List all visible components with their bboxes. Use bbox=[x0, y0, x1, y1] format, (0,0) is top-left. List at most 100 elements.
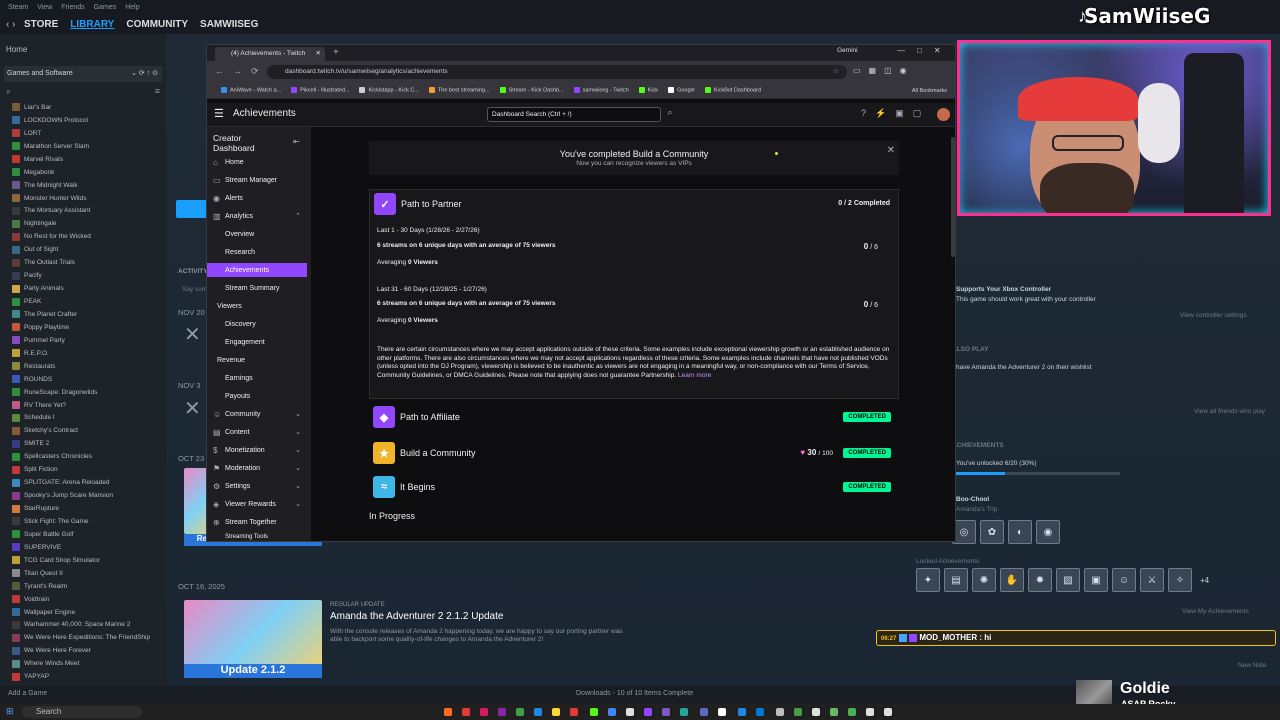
game-list-item[interactable]: Schedule I bbox=[0, 412, 166, 425]
nav-user[interactable]: SAMWIISEG bbox=[200, 19, 258, 30]
learn-more-link[interactable]: Learn more bbox=[678, 372, 711, 379]
sidebar-item-stream-together[interactable]: ⊕ Stream Together bbox=[207, 515, 307, 529]
nav-library[interactable]: LIBRARY bbox=[70, 19, 114, 30]
game-list-item[interactable]: SMITE 2 bbox=[0, 437, 166, 450]
taskbar-app-icon[interactable] bbox=[680, 708, 688, 716]
achievement-icon[interactable]: ◉ bbox=[1036, 520, 1060, 544]
locked-achievement-icon[interactable]: ✦ bbox=[916, 568, 940, 592]
sidebar-item-monetization[interactable]: $ Monetization ⌄ bbox=[207, 443, 307, 457]
sidebar-item-streaming-tools[interactable]: Streaming Tools bbox=[207, 533, 307, 541]
game-list-item[interactable]: ROUNDS bbox=[0, 373, 166, 386]
close-icon[interactable]: ✕ bbox=[316, 47, 321, 61]
menu-games[interactable]: Games bbox=[94, 4, 117, 11]
game-list-item[interactable]: Nightingale bbox=[0, 217, 166, 230]
taskbar-search[interactable]: Search bbox=[22, 706, 142, 718]
menu-help[interactable]: Help bbox=[125, 4, 139, 11]
taskbar-app-icon[interactable] bbox=[700, 708, 708, 716]
game-list-item[interactable]: SPLITGATE: Arena Reloaded bbox=[0, 476, 166, 489]
taskbar-app-icon[interactable] bbox=[552, 708, 560, 716]
achievement-icon[interactable]: ◐ bbox=[1008, 520, 1032, 544]
game-list-item[interactable]: We Were Here Forever bbox=[0, 644, 166, 657]
bookmark-item[interactable]: Kicklstapp - Kick C... bbox=[359, 87, 418, 94]
downloads-status[interactable]: Downloads - 10 of 10 Items Complete bbox=[576, 690, 693, 697]
close-icon[interactable]: ✕ bbox=[887, 145, 895, 156]
game-list-item[interactable]: Out of Sight bbox=[0, 243, 166, 256]
locked-achievement-icon[interactable]: ⚔ bbox=[1140, 568, 1164, 592]
game-list-item[interactable]: Marvel Rivals bbox=[0, 153, 166, 166]
taskbar-app-icon[interactable] bbox=[498, 708, 506, 716]
game-list-item[interactable]: Super Battle Golf bbox=[0, 528, 166, 541]
news-thumbnail[interactable]: Update 2.1.2 bbox=[184, 600, 322, 678]
taskbar-app-icon[interactable] bbox=[516, 708, 524, 716]
search-icon[interactable]: ⌕ bbox=[663, 107, 677, 122]
sidebar-item-stream-summary[interactable]: Stream Summary bbox=[207, 281, 307, 295]
locked-achievement-icon[interactable]: ▣ bbox=[1084, 568, 1108, 592]
taskbar-app-icon[interactable] bbox=[662, 708, 670, 716]
game-list-item[interactable]: No Rest for the Wicked bbox=[0, 230, 166, 243]
locked-achievement-icon[interactable]: ✋ bbox=[1000, 568, 1024, 592]
sidebar-item-viewer-rewards[interactable]: ◈ Viewer Rewards ⌄ bbox=[207, 497, 307, 511]
locked-more-count[interactable]: +4 bbox=[1200, 576, 1209, 585]
sidebar-item-content[interactable]: ▤ Content ⌄ bbox=[207, 425, 307, 439]
sidebar-item-stream-manager[interactable]: ▭ Stream Manager bbox=[207, 173, 307, 187]
game-list-item[interactable]: Where Winds Meet bbox=[0, 657, 166, 670]
game-list-item[interactable]: Restaurats bbox=[0, 360, 166, 373]
nav-community[interactable]: COMMUNITY bbox=[126, 19, 188, 30]
taskbar-app-icon[interactable] bbox=[776, 708, 784, 716]
game-list-item[interactable]: Wallpaper Engine bbox=[0, 606, 166, 619]
game-list-item[interactable]: Pummel Party bbox=[0, 334, 166, 347]
hamburger-menu-icon[interactable]: ☰ bbox=[214, 107, 224, 120]
bookmark-item[interactable]: The best streaming... bbox=[429, 87, 490, 94]
taskbar-app-icon[interactable] bbox=[480, 708, 488, 716]
browser-tab[interactable]: (4) Achievements - Twitch ✕ bbox=[215, 47, 325, 61]
achievement-icon[interactable]: ✿ bbox=[980, 520, 1004, 544]
game-list-item[interactable]: StarRupture bbox=[0, 502, 166, 515]
taskbar-app-icon[interactable] bbox=[534, 708, 542, 716]
taskbar-app-icon[interactable] bbox=[866, 708, 874, 716]
locked-achievement-icon[interactable]: ✺ bbox=[972, 568, 996, 592]
game-list-item[interactable]: The Midnight Walk bbox=[0, 179, 166, 192]
sidebar-item-analytics[interactable]: ▥ Analytics ⌃ bbox=[207, 209, 307, 223]
game-list-item[interactable]: Split Fiction bbox=[0, 463, 166, 476]
sidebar-item-achievements[interactable]: Achievements bbox=[207, 263, 307, 277]
taskbar-app-icon[interactable] bbox=[812, 708, 820, 716]
bookmark-item[interactable]: Google bbox=[668, 87, 695, 94]
locked-achievement-icon[interactable]: ☺ bbox=[1112, 568, 1136, 592]
nav-store[interactable]: STORE bbox=[24, 19, 58, 30]
bookmark-item[interactable]: samwiiseg - Twitch bbox=[574, 87, 629, 94]
topbar-icons[interactable]: ?⚡▣▢ bbox=[861, 108, 930, 119]
taskbar-app-icon[interactable] bbox=[830, 708, 838, 716]
game-list-item[interactable]: Spellcasters Chronicles bbox=[0, 450, 166, 463]
goal-header[interactable]: ✓ Path to Partner 0 / 2 Completed bbox=[370, 190, 898, 218]
game-list-item[interactable]: Sketchy's Contract bbox=[0, 424, 166, 437]
locked-achievement-icon[interactable]: ✹ bbox=[1028, 568, 1052, 592]
sidebar-item-engagement[interactable]: Engagement bbox=[207, 335, 307, 349]
game-list-item[interactable]: The Outlast Trials bbox=[0, 256, 166, 269]
taskbar-app-icon[interactable] bbox=[644, 708, 652, 716]
game-list-item[interactable]: Marathon Server Slam bbox=[0, 140, 166, 153]
locked-achievement-icon[interactable]: ▤ bbox=[944, 568, 968, 592]
bookmark-item[interactable]: Stream - Kick Dashb... bbox=[500, 87, 564, 94]
game-list-item[interactable]: TCG Card Shop Simulator bbox=[0, 554, 166, 567]
goal-card-affiliate[interactable]: ◆ Path to Affiliate COMPLETED bbox=[369, 403, 899, 433]
content-scrollbar[interactable] bbox=[951, 137, 955, 257]
game-list-item[interactable]: Poppy Playtime bbox=[0, 321, 166, 334]
filter-icon[interactable]: ≡ bbox=[155, 86, 160, 100]
game-list-item[interactable]: LORT bbox=[0, 127, 166, 140]
sidebar-item-earnings[interactable]: Earnings bbox=[207, 371, 307, 385]
game-list-item[interactable]: Party Animals bbox=[0, 282, 166, 295]
game-list-item[interactable]: Stick Fight: The Game bbox=[0, 515, 166, 528]
taskbar-app-icon[interactable] bbox=[608, 708, 616, 716]
locked-achievement-icon[interactable]: ▧ bbox=[1056, 568, 1080, 592]
search-icon[interactable]: ⌕ bbox=[6, 86, 11, 100]
collapse-sidebar-icon[interactable]: ⇤ bbox=[293, 137, 300, 146]
menu-friends[interactable]: Friends bbox=[61, 4, 84, 11]
avatar[interactable] bbox=[937, 108, 950, 121]
sidebar-item-home[interactable]: ⌂ Home bbox=[207, 155, 307, 169]
game-list-item[interactable]: RV There Yet? bbox=[0, 399, 166, 412]
taskbar-app-icon[interactable] bbox=[626, 708, 634, 716]
taskbar-app-icon[interactable] bbox=[462, 708, 470, 716]
new-tab-icon[interactable]: + bbox=[333, 47, 339, 58]
game-list-item[interactable]: RuneScape: Dragonwilds bbox=[0, 386, 166, 399]
library-filter-dropdown[interactable]: Games and Software ⌄ ⟳ ↑ ⊙ bbox=[4, 66, 162, 82]
